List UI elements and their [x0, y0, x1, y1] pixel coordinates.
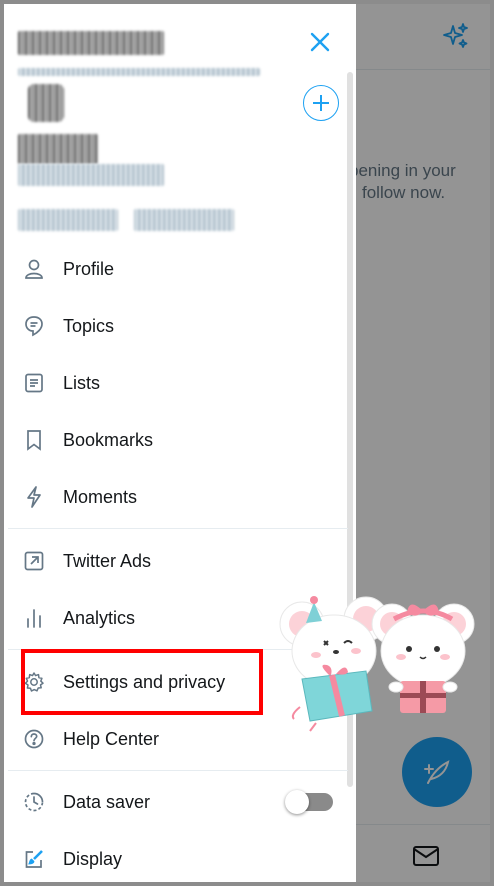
settings-highlight-box	[21, 649, 263, 715]
bookmark-icon	[22, 428, 46, 452]
menu-label: Lists	[63, 372, 101, 393]
menu-label: Topics	[63, 315, 115, 336]
data-saver-icon	[22, 790, 46, 814]
account-handle-redacted	[18, 68, 260, 76]
toggle-knob	[285, 790, 309, 814]
menu-label: Help Center	[63, 728, 160, 749]
menu-item-moments[interactable]: Moments	[8, 472, 348, 522]
menu-item-profile[interactable]: Profile	[8, 244, 348, 294]
profile-icon	[22, 257, 46, 281]
menu-item-display[interactable]: Display	[8, 834, 348, 882]
account-name-redacted	[18, 31, 164, 55]
navigation-drawer: Profile Topics Lists Bookmarks Moments T…	[4, 4, 356, 882]
lists-icon	[22, 371, 46, 395]
menu-item-lists[interactable]: Lists	[8, 358, 348, 408]
help-icon	[22, 727, 46, 751]
menu-label: Profile	[63, 258, 115, 279]
account-avatar-redacted	[28, 84, 64, 122]
analytics-icon	[22, 606, 46, 630]
menu-label: Analytics	[63, 607, 136, 628]
moments-icon	[22, 485, 46, 509]
account-following-redacted	[18, 209, 118, 231]
close-icon[interactable]	[306, 28, 334, 56]
display-icon	[22, 847, 46, 871]
menu-divider	[8, 528, 348, 529]
menu-label: Data saver	[63, 791, 151, 812]
account-display-name-redacted	[18, 134, 98, 164]
topics-icon	[22, 314, 46, 338]
app-window: ! pening in your follow now.	[0, 0, 494, 886]
menu-label: Display	[63, 848, 123, 869]
account-username-redacted	[18, 164, 164, 186]
account-followers-redacted	[134, 209, 234, 231]
add-account-button[interactable]	[303, 85, 339, 121]
menu-label: Twitter Ads	[63, 550, 152, 571]
menu-item-twitter-ads[interactable]: Twitter Ads	[8, 536, 348, 586]
external-link-icon	[22, 549, 46, 573]
data-saver-toggle[interactable]	[285, 790, 335, 814]
mice-sticker-image	[279, 596, 475, 732]
menu-item-bookmarks[interactable]: Bookmarks	[8, 415, 348, 465]
menu-item-topics[interactable]: Topics	[8, 301, 348, 351]
menu-label: Moments	[63, 486, 138, 507]
menu-label: Bookmarks	[63, 429, 154, 450]
menu-divider	[8, 770, 348, 771]
